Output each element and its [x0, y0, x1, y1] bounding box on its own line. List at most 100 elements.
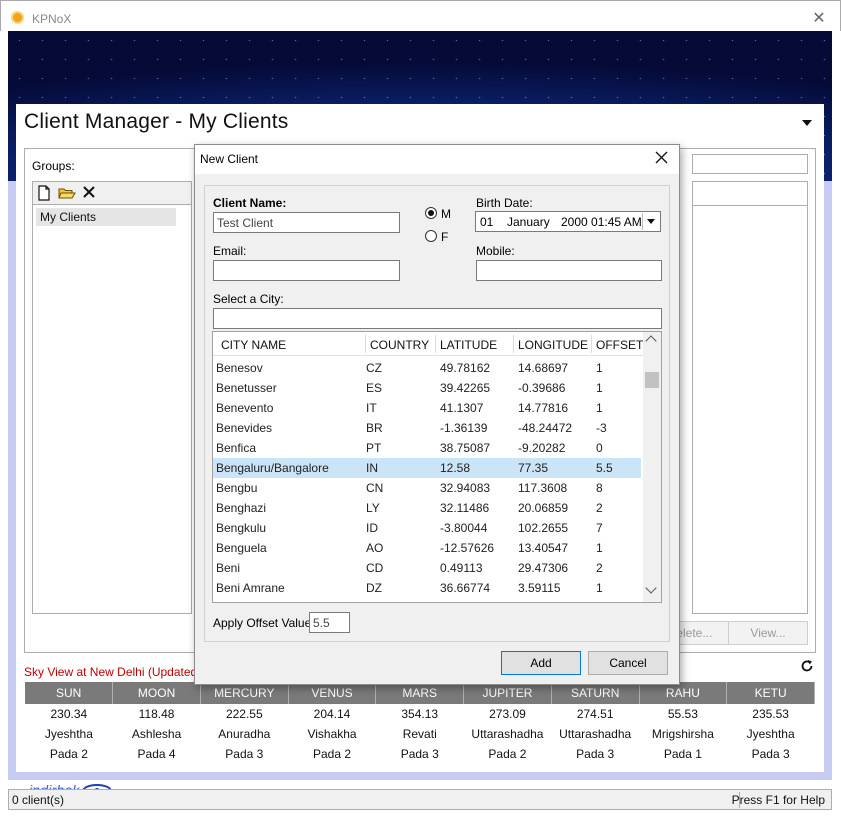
city-cell-lon: 29.47306 — [518, 561, 569, 575]
header-dropdown-icon[interactable] — [802, 120, 812, 126]
city-cell-country: CZ — [366, 361, 382, 375]
city-grid: CITY NAME COUNTRY LATITUDE LONGITUDE OFF… — [212, 331, 662, 603]
city-row[interactable]: Beni Douala DZ 36.61954 4.08282 1 — [213, 598, 641, 602]
client-name-label: Client Name: — [213, 196, 287, 210]
window-close-button[interactable]: ✕ — [809, 9, 829, 29]
city-cell-lon: -48.24472 — [518, 421, 573, 435]
city-cell-lon: -0.39686 — [518, 381, 566, 395]
city-cell-lat: 32.11486 — [440, 501, 490, 515]
dialog-close-button[interactable] — [655, 150, 668, 168]
dialog-titlebar: New Client — [195, 145, 679, 174]
planet-degree-cell: 273.09 — [489, 707, 526, 721]
city-cell-lat: 36.61954 — [440, 601, 490, 602]
city-cell-offset: 1 — [596, 581, 603, 595]
gender-female-label: F — [441, 230, 449, 244]
groups-toolbar — [32, 181, 192, 205]
city-cell-offset: 1 — [596, 381, 603, 395]
birth-date-picker[interactable]: 01 January 2000 01:45 AM — [475, 211, 661, 232]
view-client-button[interactable]: View... — [728, 621, 808, 645]
window-title: KPNoX — [32, 12, 72, 26]
city-row[interactable]: Beni CD 0.49113 29.47306 2 — [213, 558, 641, 578]
city-cell-country: PT — [366, 441, 382, 455]
col-latitude[interactable]: LATITUDE — [440, 338, 497, 352]
gender-male-label: M — [441, 207, 451, 221]
refresh-icon[interactable] — [800, 659, 814, 677]
city-grid-header: CITY NAME COUNTRY LATITUDE LONGITUDE OFF… — [213, 332, 643, 356]
cancel-button[interactable]: Cancel — [588, 651, 668, 675]
city-cell-lon: 77.35 — [518, 461, 549, 475]
mobile-input[interactable] — [476, 260, 662, 281]
city-cell-offset: 2 — [596, 561, 603, 575]
col-country[interactable]: COUNTRY — [370, 338, 429, 352]
scroll-up-icon[interactable] — [645, 335, 657, 347]
planet-name-header: RAHU — [639, 682, 728, 704]
planet-name-header: SATURN — [551, 682, 640, 704]
city-row[interactable]: Benfica PT 38.75087 -9.20282 0 — [213, 438, 641, 458]
city-row[interactable]: Benesov CZ 49.78162 14.68697 1 — [213, 358, 641, 378]
city-cell-lat: 38.75087 — [440, 441, 491, 455]
planet-pada-cell: Pada 4 — [137, 747, 176, 761]
city-cell-name: Benesov — [216, 361, 263, 375]
window-titlebar: KPNoX ✕ — [0, 0, 841, 31]
city-row[interactable]: Benguela AO -12.57626 13.40547 1 — [213, 538, 641, 558]
add-button[interactable]: Add — [501, 651, 581, 675]
city-cell-country: ES — [366, 381, 383, 395]
planet-nakshatra-cell: Ashlesha — [131, 727, 182, 741]
client-list-header — [693, 182, 807, 206]
new-client-dialog: New Client Client Name: Test Client M F … — [194, 144, 680, 685]
open-folder-icon[interactable] — [58, 185, 76, 201]
city-row[interactable]: Benghazi LY 32.11486 20.06859 2 — [213, 498, 641, 518]
gender-male-radio[interactable] — [425, 207, 437, 219]
city-row[interactable]: Bengbu CN 32.94083 117.3608 8 — [213, 478, 641, 498]
city-row[interactable]: Benevides BR -1.36139 -48.24472 -3 — [213, 418, 641, 438]
planet-nakshatra-cell: Jyeshtha — [746, 727, 795, 741]
apply-offset-input[interactable]: 5.5 — [309, 612, 350, 633]
frame-bottom — [8, 772, 832, 780]
city-row[interactable]: Bengkulu ID -3.80044 102.2655 7 — [213, 518, 641, 538]
city-search-input[interactable] — [213, 308, 662, 329]
client-name-input[interactable]: Test Client — [213, 212, 400, 233]
frame-right — [824, 181, 832, 779]
col-separator — [365, 335, 366, 353]
city-cell-country: CD — [366, 561, 384, 575]
city-cell-lon: 20.06859 — [518, 501, 569, 515]
planet-nakshatra-cell: Uttarashadha — [471, 727, 544, 741]
planet-pada-cell: Pada 2 — [488, 747, 527, 761]
planet-nakshatra-cell: Jyeshtha — [44, 727, 93, 741]
page-title: Client Manager - My Clients — [24, 110, 289, 133]
client-search-input[interactable] — [692, 154, 808, 174]
city-row[interactable]: Beni Amrane DZ 36.66774 3.59115 1 — [213, 578, 641, 598]
planet-degree-cell: 230.34 — [50, 707, 88, 721]
city-row[interactable]: Benetusser ES 39.42265 -0.39686 1 — [213, 378, 641, 398]
scroll-thumb[interactable] — [645, 372, 659, 388]
city-cell-lat: 36.66774 — [440, 581, 491, 595]
email-input[interactable] — [213, 260, 400, 281]
city-cell-offset: 5.5 — [596, 461, 613, 475]
col-city-name[interactable]: CITY NAME — [221, 338, 286, 352]
city-cell-name: Benevides — [216, 421, 273, 435]
planet-pada-cell: Pada 2 — [49, 747, 88, 761]
city-row[interactable]: Bengaluru/Bangalore IN 12.58 77.35 5.5 — [213, 458, 641, 478]
gender-female-radio[interactable] — [425, 230, 437, 242]
mobile-label: Mobile: — [476, 244, 515, 258]
city-cell-offset: 1 — [596, 401, 603, 415]
city-cell-lat: 49.78162 — [440, 361, 491, 375]
apply-offset-label: Apply Offset Value: — [213, 616, 315, 630]
city-cell-lon: 4.08282 — [518, 601, 561, 602]
col-longitude[interactable]: LONGITUDE — [518, 338, 588, 352]
col-offset[interactable]: OFFSET — [596, 338, 643, 352]
date-dropdown-icon[interactable] — [642, 213, 659, 230]
city-cell-lat: 32.94083 — [440, 481, 491, 495]
city-cell-lon: 117.3608 — [518, 481, 568, 495]
scroll-down-icon[interactable] — [645, 582, 657, 594]
planet-nakshatra-cell: Anuradha — [218, 727, 271, 741]
city-grid-scrollbar[interactable] — [643, 332, 661, 602]
birth-year-time: 2000 01:45 AM — [561, 215, 642, 229]
planet-name-header: JUPITER — [463, 682, 552, 704]
group-item-my-clients[interactable]: My Clients — [36, 208, 176, 226]
city-row[interactable]: Benevento IT 41.1307 14.77816 1 — [213, 398, 641, 418]
delete-icon[interactable] — [81, 185, 97, 201]
planet-name-header: VENUS — [288, 682, 377, 704]
new-file-icon[interactable] — [36, 185, 52, 201]
city-cell-name: Benguela — [216, 541, 267, 555]
